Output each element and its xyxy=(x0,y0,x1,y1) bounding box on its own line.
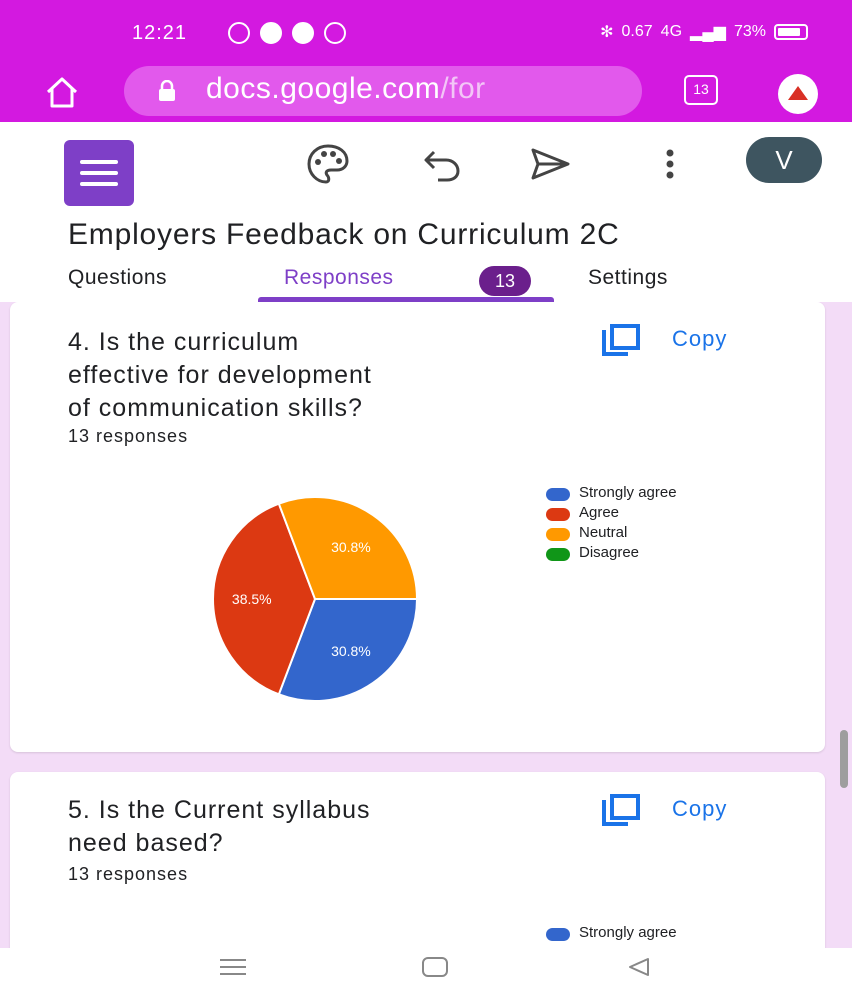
question-title-line: of communication skills? xyxy=(68,394,363,422)
partial-pie-chart xyxy=(180,932,440,948)
copy-icon xyxy=(602,794,640,826)
url-path: /for xyxy=(440,72,486,105)
status-right: ✻ 0.67 4G ▂▄▆ 73% xyxy=(600,22,808,42)
forms-toolbar: V xyxy=(0,122,852,206)
response-count: 13 responses xyxy=(68,426,189,446)
copy-label: Copy xyxy=(672,326,728,351)
question-title: 5. Is the Current syllabus need based? xyxy=(68,794,371,860)
question-card-5: 5. Is the Current syllabus need based? 1… xyxy=(10,772,825,948)
copy-icon xyxy=(602,324,640,356)
legend-swatch-strongly-agree xyxy=(546,488,570,501)
home-icon[interactable] xyxy=(44,74,80,110)
legend-label: Neutral xyxy=(579,524,628,541)
bluetooth-icon: ✻ xyxy=(600,24,614,41)
question-title-line: need based? xyxy=(68,829,224,857)
question-title: 4. Is the curriculum effective for devel… xyxy=(68,326,372,425)
question-title-line: 4. Is the curriculum xyxy=(68,328,300,356)
form-title: Employers Feedback on Curriculum 2C xyxy=(68,218,620,251)
menu-nav-icon[interactable] xyxy=(218,956,248,978)
url-domain: docs.google.com xyxy=(206,72,441,105)
tab-switcher-button[interactable]: 13 xyxy=(684,75,718,105)
upload-icon[interactable] xyxy=(778,74,818,114)
palette-icon[interactable] xyxy=(306,142,350,186)
camera-notification-icon xyxy=(292,22,314,44)
avatar[interactable]: V xyxy=(746,137,822,183)
question-title-line: effective for development xyxy=(68,361,372,389)
status-time: 12:21 xyxy=(132,22,188,44)
legend-swatch-strongly-agree xyxy=(546,928,570,941)
tab-questions[interactable]: Questions xyxy=(68,266,167,290)
chrome-icon xyxy=(324,22,346,44)
question-card-4: 4. Is the curriculum effective for devel… xyxy=(10,302,825,752)
home-nav-icon[interactable] xyxy=(420,956,450,978)
legend-swatch-agree xyxy=(546,508,570,521)
send-icon[interactable] xyxy=(528,142,572,186)
signal-bars-icon: ▂▄▆ xyxy=(690,24,726,41)
tab-settings[interactable]: Settings xyxy=(588,266,668,290)
responses-count-badge: 13 xyxy=(479,266,531,296)
tab-responses[interactable]: Responses xyxy=(284,266,394,290)
battery-percent: 73% xyxy=(733,23,766,40)
legend-label: Agree xyxy=(579,504,620,521)
legend-swatch-neutral xyxy=(546,528,570,541)
response-count: 13 responses xyxy=(68,864,189,884)
pie-slice-label: 30.8% xyxy=(331,539,371,555)
legend-label: Strongly agree xyxy=(579,484,677,501)
android-nav-bar xyxy=(0,948,852,985)
form-tabs: Questions Responses Settings xyxy=(0,262,852,302)
battery-icon xyxy=(774,24,808,40)
whatsapp-icon xyxy=(228,22,250,44)
network-speed: 0.67 xyxy=(621,23,653,40)
more-options-icon[interactable] xyxy=(648,142,692,186)
copy-chart-button[interactable]: Copy xyxy=(600,790,770,830)
url-text[interactable]: docs.google.com/for xyxy=(206,72,486,106)
back-nav-icon[interactable] xyxy=(624,956,654,978)
legend-label: Disagree xyxy=(579,544,640,561)
undo-icon[interactable] xyxy=(420,142,464,186)
legend-swatch-disagree xyxy=(546,548,570,561)
copy-chart-button[interactable]: Copy xyxy=(600,320,770,360)
question-title-line: 5. Is the Current syllabus xyxy=(68,796,371,824)
legend-label: Strongly agree xyxy=(579,924,677,941)
status-bar: 12:21 ✻ 0.67 4G ▂▄▆ 73% xyxy=(0,0,852,62)
pie-chart: 30.8% 38.5% 30.8% xyxy=(211,496,419,702)
google-forms-logo[interactable] xyxy=(64,140,134,206)
pie-slice-label: 38.5% xyxy=(232,591,272,607)
browser-url-bar: docs.google.com/for 13 xyxy=(0,62,852,122)
pie-slice-label: 30.8% xyxy=(331,643,371,659)
scrollbar-thumb[interactable] xyxy=(840,730,848,788)
notification-icons xyxy=(228,22,346,44)
responses-content[interactable]: 4. Is the curriculum effective for devel… xyxy=(0,302,852,948)
signal-label: 4G xyxy=(660,23,683,40)
lock-icon xyxy=(159,80,175,101)
app-notification-icon xyxy=(260,22,282,44)
copy-label: Copy xyxy=(672,796,728,821)
